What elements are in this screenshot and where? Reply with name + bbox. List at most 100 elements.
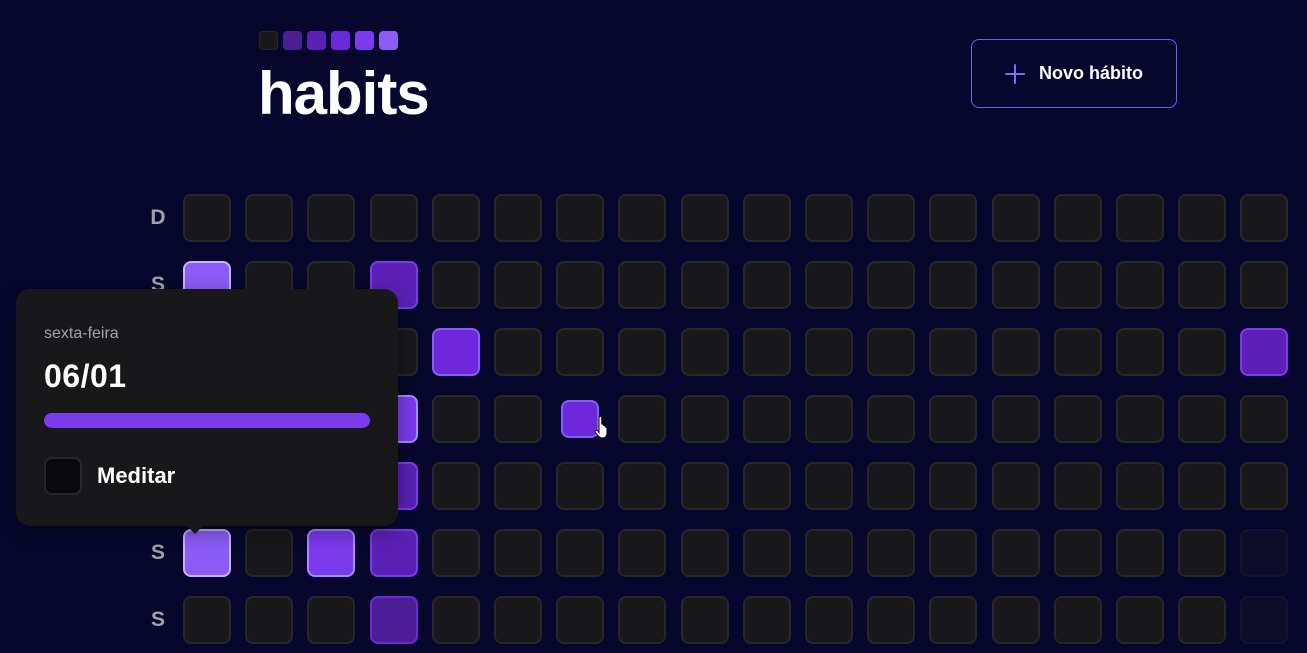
- day-cell[interactable]: [743, 194, 791, 242]
- day-cell[interactable]: [681, 596, 729, 644]
- day-cell[interactable]: [743, 596, 791, 644]
- day-cell[interactable]: [992, 328, 1040, 376]
- day-cell[interactable]: [494, 462, 542, 510]
- day-cell[interactable]: [1116, 462, 1164, 510]
- day-cell[interactable]: [1116, 596, 1164, 644]
- day-cell[interactable]: [1116, 194, 1164, 242]
- day-cell[interactable]: [1054, 529, 1102, 577]
- day-cell[interactable]: [1116, 328, 1164, 376]
- day-cell[interactable]: [556, 328, 604, 376]
- day-cell[interactable]: [556, 194, 604, 242]
- day-cell[interactable]: [992, 261, 1040, 309]
- day-cell[interactable]: [618, 462, 666, 510]
- day-cell[interactable]: [929, 395, 977, 443]
- day-cell[interactable]: [1116, 261, 1164, 309]
- day-cell[interactable]: [1178, 395, 1226, 443]
- day-cell[interactable]: [618, 261, 666, 309]
- day-cell[interactable]: [494, 261, 542, 309]
- day-cell[interactable]: [1054, 462, 1102, 510]
- day-cell[interactable]: [867, 529, 915, 577]
- day-cell[interactable]: [1178, 328, 1226, 376]
- day-cell[interactable]: [867, 261, 915, 309]
- day-cell[interactable]: [307, 596, 355, 644]
- day-cell[interactable]: [1054, 261, 1102, 309]
- day-cell[interactable]: [183, 194, 231, 242]
- day-cell[interactable]: [743, 395, 791, 443]
- day-cell[interactable]: [245, 596, 293, 644]
- day-cell[interactable]: [494, 328, 542, 376]
- day-cell[interactable]: [867, 462, 915, 510]
- day-cell[interactable]: [307, 529, 355, 577]
- day-cell[interactable]: [618, 529, 666, 577]
- day-cell[interactable]: [929, 328, 977, 376]
- day-cell[interactable]: [1178, 194, 1226, 242]
- day-cell[interactable]: [805, 529, 853, 577]
- day-cell[interactable]: [245, 529, 293, 577]
- day-cell[interactable]: [992, 596, 1040, 644]
- day-cell[interactable]: [1240, 261, 1288, 309]
- day-cell[interactable]: [992, 529, 1040, 577]
- day-cell[interactable]: [681, 328, 729, 376]
- day-cell[interactable]: [867, 395, 915, 443]
- day-cell[interactable]: [929, 261, 977, 309]
- day-cell[interactable]: [929, 529, 977, 577]
- day-cell[interactable]: [618, 328, 666, 376]
- day-cell[interactable]: [556, 261, 604, 309]
- day-cell[interactable]: [681, 194, 729, 242]
- day-cell[interactable]: [867, 194, 915, 242]
- day-cell[interactable]: [1054, 596, 1102, 644]
- day-cell[interactable]: [805, 261, 853, 309]
- day-cell[interactable]: [432, 261, 480, 309]
- day-cell[interactable]: [867, 596, 915, 644]
- day-cell[interactable]: [681, 395, 729, 443]
- day-cell[interactable]: [432, 328, 480, 376]
- day-cell[interactable]: [1178, 261, 1226, 309]
- day-cell[interactable]: [1054, 194, 1102, 242]
- day-cell[interactable]: [432, 529, 480, 577]
- day-cell[interactable]: [743, 261, 791, 309]
- day-cell[interactable]: [618, 194, 666, 242]
- day-cell[interactable]: [743, 328, 791, 376]
- day-cell[interactable]: [183, 596, 231, 644]
- day-cell[interactable]: [556, 529, 604, 577]
- day-cell[interactable]: [494, 596, 542, 644]
- day-cell[interactable]: [1116, 395, 1164, 443]
- day-cell[interactable]: [1178, 529, 1226, 577]
- day-cell[interactable]: [1116, 529, 1164, 577]
- day-cell[interactable]: [1240, 328, 1288, 376]
- day-cell[interactable]: [929, 596, 977, 644]
- day-cell[interactable]: [805, 328, 853, 376]
- day-cell[interactable]: [743, 529, 791, 577]
- day-cell[interactable]: [929, 462, 977, 510]
- day-cell[interactable]: [867, 328, 915, 376]
- day-cell[interactable]: [370, 529, 418, 577]
- day-cell[interactable]: [1178, 596, 1226, 644]
- day-cell[interactable]: [618, 395, 666, 443]
- day-cell[interactable]: [929, 194, 977, 242]
- day-cell[interactable]: [805, 596, 853, 644]
- day-cell[interactable]: [1054, 328, 1102, 376]
- day-cell[interactable]: [432, 596, 480, 644]
- day-cell[interactable]: [992, 462, 1040, 510]
- day-cell[interactable]: [432, 395, 480, 443]
- new-habit-button[interactable]: Novo hábito: [971, 39, 1177, 108]
- day-cell[interactable]: [805, 194, 853, 242]
- day-cell[interactable]: [681, 261, 729, 309]
- day-cell[interactable]: [307, 194, 355, 242]
- habit-checkbox[interactable]: [44, 457, 82, 495]
- day-cell[interactable]: [494, 395, 542, 443]
- day-cell[interactable]: [805, 462, 853, 510]
- day-cell[interactable]: [1240, 529, 1288, 577]
- day-cell[interactable]: [743, 462, 791, 510]
- day-cell[interactable]: [1240, 395, 1288, 443]
- day-cell[interactable]: [1178, 462, 1226, 510]
- day-cell[interactable]: [183, 529, 231, 577]
- day-cell[interactable]: [1054, 395, 1102, 443]
- day-cell[interactable]: [370, 194, 418, 242]
- day-cell[interactable]: [432, 462, 480, 510]
- day-cell[interactable]: [992, 395, 1040, 443]
- day-cell[interactable]: [494, 194, 542, 242]
- day-cell[interactable]: [245, 194, 293, 242]
- day-cell[interactable]: [494, 529, 542, 577]
- day-cell[interactable]: [370, 596, 418, 644]
